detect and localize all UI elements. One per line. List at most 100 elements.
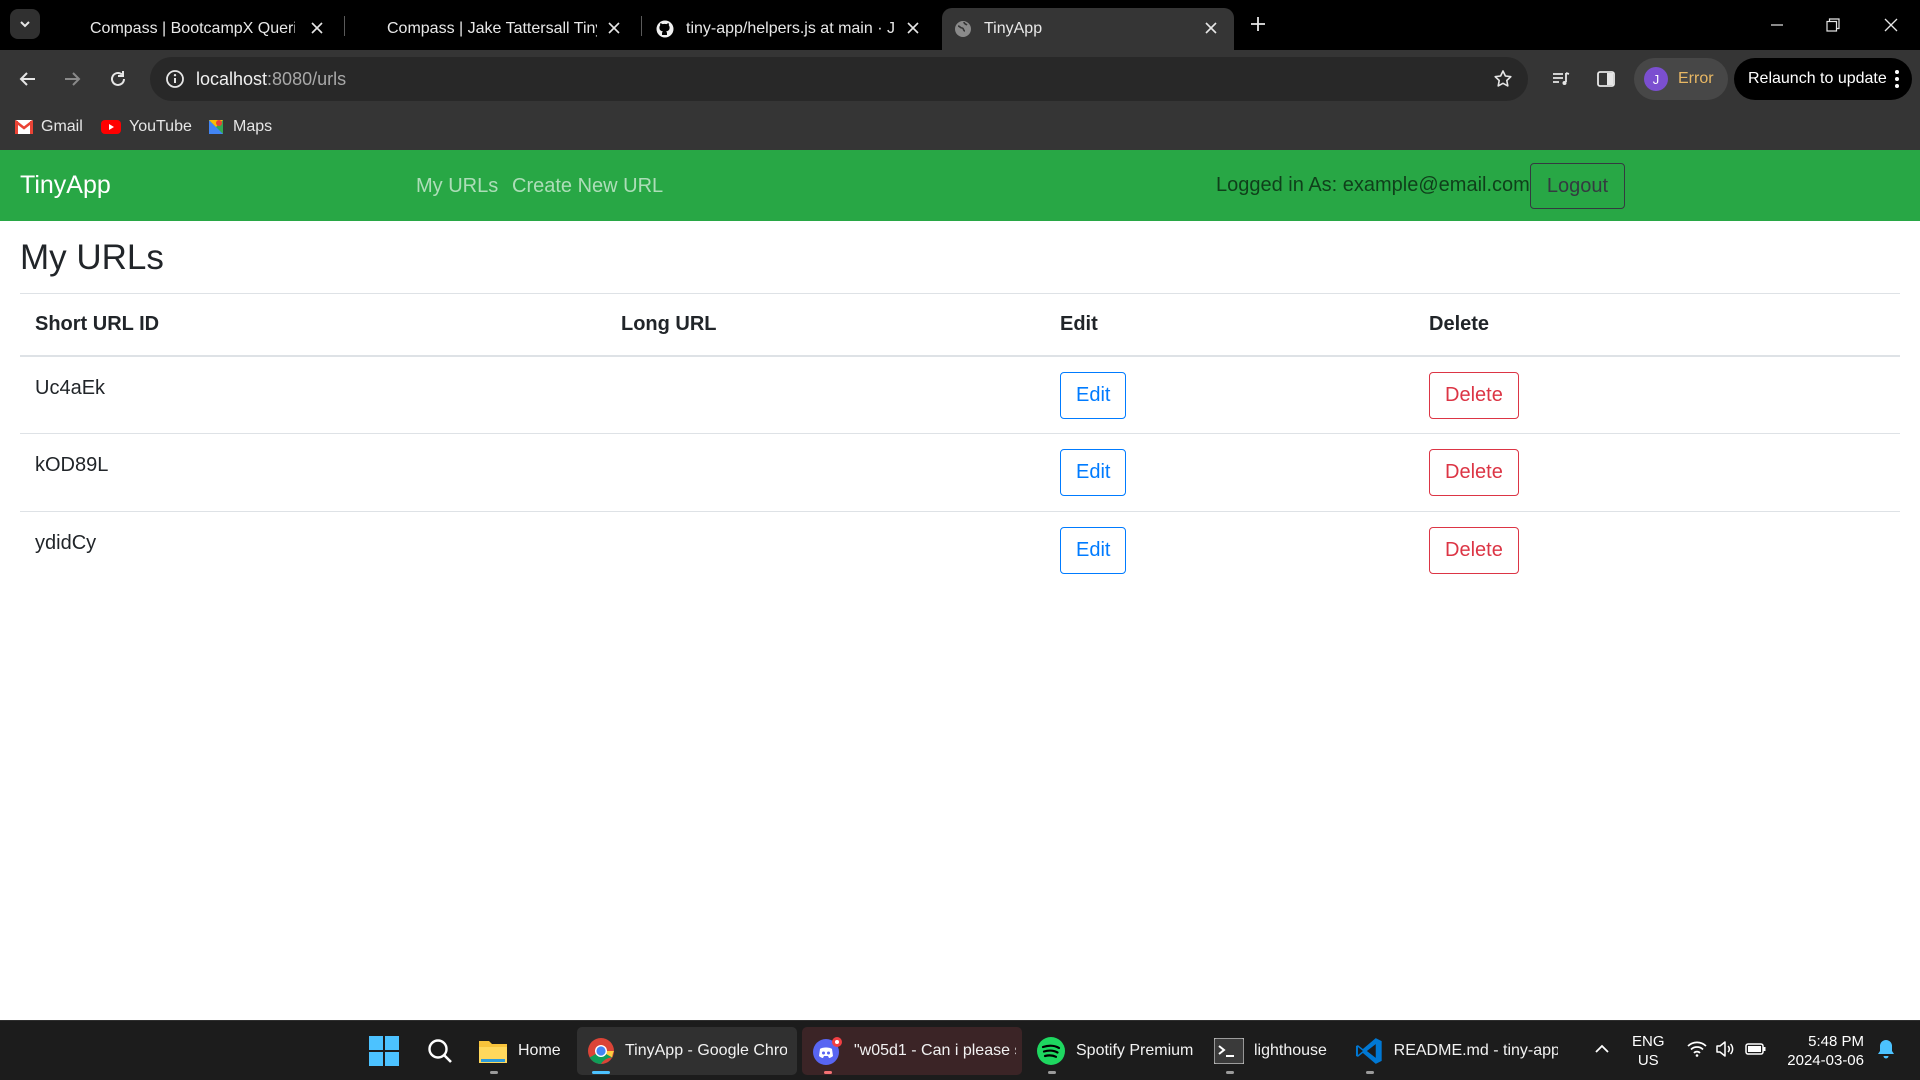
show-hidden-icons-button[interactable] [1588, 1035, 1616, 1063]
windows-start-icon [369, 1036, 399, 1066]
notifications-button[interactable] [1872, 1035, 1900, 1063]
more-vert-icon [1895, 70, 1899, 88]
spotify-icon [1037, 1037, 1065, 1065]
start-button[interactable] [364, 1027, 404, 1075]
tab-title: TinyApp [984, 20, 1043, 37]
edit-button[interactable]: Edit [1060, 527, 1127, 574]
avatar: J [1644, 67, 1668, 91]
close-icon[interactable] [902, 17, 924, 39]
close-icon[interactable] [1200, 17, 1222, 39]
taskbar-item-label: "w05d1 - Can i please see [854, 1042, 1016, 1059]
close-icon[interactable] [603, 17, 625, 39]
url-text[interactable]: localhost:8080/urls [196, 69, 346, 90]
region-code: US [1637, 1052, 1659, 1069]
forward-button[interactable] [57, 64, 87, 94]
taskbar-item-home[interactable]: Home [470, 1027, 570, 1075]
search-icon [428, 1039, 452, 1063]
taskbar-item-chrome[interactable]: TinyApp - Google Chrome [577, 1027, 797, 1075]
reload-icon [111, 71, 125, 86]
site-info-button[interactable] [160, 64, 190, 94]
edit-button[interactable]: Edit [1060, 371, 1127, 419]
relaunch-to-update-button[interactable]: Relaunch to update [1734, 58, 1912, 100]
running-indicator [1226, 1071, 1234, 1074]
wifi-button[interactable] [1684, 1035, 1710, 1063]
profile-button[interactable]: J Error [1634, 58, 1728, 100]
bookmark-maps[interactable]: Maps [207, 118, 272, 136]
short-url-id: ydidCy [20, 511, 606, 590]
language-code: ENG [1632, 1033, 1665, 1050]
edit-cell: Edit [1045, 433, 1414, 512]
star-icon [1494, 70, 1512, 87]
tab-search-button[interactable] [10, 9, 40, 39]
nav-link-my-urls[interactable]: My URLs [416, 175, 498, 198]
close-window-button[interactable] [1876, 10, 1906, 40]
delete-button[interactable]: Delete [1429, 527, 1519, 574]
taskbar-item-label: TinyApp - Google Chrome [625, 1042, 787, 1059]
column-header-long-url: Long URL [606, 293, 1045, 357]
volume-icon [1716, 1041, 1734, 1057]
app-brand[interactable]: TinyApp [20, 171, 111, 200]
new-tab-button[interactable] [1246, 12, 1270, 36]
tab-title: Compass | BootcampX Queries [90, 20, 295, 37]
address-bar[interactable]: localhost:8080/urls [150, 57, 1528, 101]
urls-table: Short URL ID Long URL Edit Delete Uc4aEk… [20, 293, 1900, 590]
bookmark-youtube[interactable]: YouTube [101, 118, 192, 136]
clock-time: 5:48 PM [1808, 1033, 1864, 1050]
terminal-icon [1214, 1038, 1244, 1064]
screen: Compass | BootcampX Queries Compass | Ja… [0, 0, 1920, 1080]
taskbar-item-label: lighthouse [1254, 1042, 1327, 1059]
volume-button[interactable] [1712, 1035, 1738, 1063]
edit-button[interactable]: Edit [1060, 449, 1127, 496]
bell-icon [1878, 1040, 1894, 1059]
url-path: :8080/urls [267, 69, 347, 89]
bookmarks-bar: Gmail YouTube Maps [0, 108, 1920, 150]
reload-button[interactable] [103, 64, 133, 94]
tab-tinyapp[interactable]: TinyApp [942, 8, 1234, 50]
nav-link-create-new-url[interactable]: Create New URL [512, 175, 663, 198]
media-controls-button[interactable] [1546, 64, 1576, 94]
taskbar-item-discord[interactable]: "w05d1 - Can i please see [802, 1027, 1022, 1075]
delete-button[interactable]: Delete [1429, 371, 1519, 419]
running-indicator [824, 1071, 832, 1074]
restore-button[interactable] [1818, 10, 1848, 40]
taskbar-item-spotify[interactable]: Spotify Premium [1028, 1027, 1198, 1075]
edit-cell: Edit [1045, 511, 1414, 590]
relaunch-label: Relaunch to update [1748, 70, 1887, 87]
edit-cell: Edit [1045, 356, 1414, 434]
short-url-id: kOD89L [20, 433, 606, 512]
language-indicator[interactable]: ENG US [1632, 1032, 1665, 1070]
taskbar-item-label: Spotify Premium [1076, 1042, 1194, 1059]
chevron-up-icon [1595, 1044, 1609, 1053]
bookmark-star-button[interactable] [1488, 64, 1518, 94]
youtube-icon [101, 120, 121, 134]
maps-icon [209, 120, 223, 134]
delete-cell: Delete [1414, 356, 1900, 434]
close-icon[interactable] [306, 17, 328, 39]
taskbar-search-button[interactable] [420, 1027, 460, 1075]
compass-icon [60, 20, 78, 38]
page-title: My URLs [20, 238, 164, 277]
compass-icon [357, 20, 375, 38]
tab-bootcampx[interactable]: Compass | BootcampX Queries [60, 8, 340, 50]
logout-button[interactable]: Logout [1530, 163, 1625, 209]
back-button[interactable] [13, 64, 43, 94]
taskbar-item-terminal[interactable]: lighthouse [1208, 1027, 1338, 1075]
running-indicator [592, 1071, 610, 1074]
info-icon [166, 70, 184, 88]
minimize-button[interactable] [1762, 10, 1792, 40]
system-clock[interactable]: 5:48 PM 2024-03-06 [1786, 1032, 1864, 1070]
long-url [606, 356, 1045, 434]
side-panel-button[interactable] [1591, 64, 1621, 94]
table-body: Uc4aEk Edit Delete kOD89L Edit Delete yd… [20, 356, 1900, 590]
tab-compass-tinyapp[interactable]: Compass | Jake Tattersall TinyApp [357, 8, 637, 50]
bookmark-label: YouTube [129, 118, 192, 135]
browser-toolbar: localhost:8080/urls J Error Relaunch to … [0, 50, 1920, 108]
globe-icon [955, 21, 971, 37]
bookmark-gmail[interactable]: Gmail [15, 118, 83, 136]
delete-button[interactable]: Delete [1429, 449, 1519, 496]
tab-github-helpers[interactable]: tiny-app/helpers.js at main · Jake [654, 8, 936, 50]
tab-divider [641, 16, 642, 36]
taskbar-item-vscode[interactable]: README.md - tiny-app [1348, 1027, 1558, 1075]
battery-button[interactable] [1742, 1035, 1770, 1063]
taskbar-item-label: README.md - tiny-app [1393, 1042, 1558, 1059]
